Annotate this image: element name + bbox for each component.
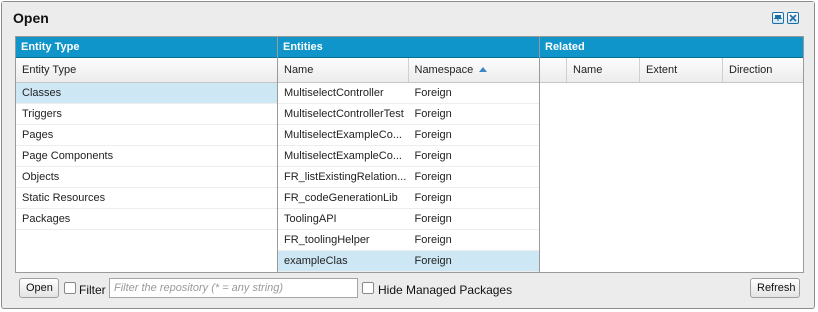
entity-namespace-cell: Foreign [414, 108, 452, 120]
entity-namespace-cell: Foreign [414, 87, 452, 99]
entity-name-cell: MultiselectControllerTest [284, 108, 404, 120]
entity-type-label: Pages [22, 129, 54, 141]
open-dialog: Open Entity Type Entity Type Classes Trig… [1, 1, 815, 309]
sort-ascending-icon [479, 67, 488, 72]
open-button[interactable]: Open [19, 278, 59, 298]
entity-name-cell: MultiselectController [284, 87, 384, 99]
list-item[interactable]: Triggers [16, 104, 277, 125]
entities-panel-header: Entities [278, 37, 539, 58]
table-row[interactable]: FR_listExistingRelation... Foreign [278, 167, 539, 188]
related-panel-header: Related [540, 37, 803, 58]
related-panel: Related Name Extent Direction [540, 37, 803, 272]
close-icon[interactable] [787, 12, 799, 24]
entity-namespace-cell: Foreign [414, 255, 452, 267]
column-header-direction[interactable]: Direction [723, 58, 803, 82]
table-row[interactable]: MultiselectExampleCo... Foreign [278, 125, 539, 146]
entity-namespace-cell: Foreign [414, 213, 452, 225]
list-item[interactable]: Objects [16, 167, 277, 188]
column-header-name-label: Name [284, 64, 314, 76]
entity-type-panel-header: Entity Type [16, 37, 277, 58]
entity-namespace-cell: Foreign [414, 129, 452, 141]
dialog-footer: Open Filter Hide Managed Packages Refres… [15, 278, 804, 304]
table-row[interactable]: MultiselectControllerTest Foreign [278, 104, 539, 125]
table-row[interactable]: FR_codeGenerationLib Foreign [278, 188, 539, 209]
entity-type-panel: Entity Type Entity Type Classes Triggers P… [16, 37, 278, 272]
list-item[interactable]: Classes [16, 83, 277, 104]
entity-name-cell: MultiselectExampleCo... [284, 129, 402, 141]
entity-namespace-cell: Foreign [414, 234, 452, 246]
refresh-button[interactable]: Refresh [750, 278, 800, 298]
list-item[interactable]: Static Resources [16, 188, 277, 209]
entity-name-cell: FR_toolingHelper [284, 234, 370, 246]
list-item[interactable]: Packages [16, 209, 277, 230]
entity-name-cell: FR_listExistingRelation... [284, 171, 407, 183]
entity-name-cell: ToolingAPI [284, 213, 337, 225]
column-header-name[interactable]: Name [278, 58, 409, 82]
entity-type-label: Packages [22, 213, 71, 225]
column-header-namespace[interactable]: Namespace [409, 58, 540, 82]
entity-name-cell: FR_codeGenerationLib [284, 192, 398, 204]
entity-namespace-cell: Foreign [414, 192, 452, 204]
entities-panel: Entities Name Namespace MultiselectContr… [278, 37, 540, 272]
entity-type-label: Page Components [22, 150, 114, 162]
entity-type-label: Classes [22, 87, 62, 99]
column-header-entity-type[interactable]: Entity Type [16, 58, 277, 82]
column-header-namespace-label: Namespace [414, 64, 474, 76]
entities-column-header-row: Name Namespace [278, 58, 539, 83]
list-item[interactable]: Page Components [16, 146, 277, 167]
pin-icon[interactable] [772, 12, 784, 24]
entity-name-cell: MultiselectExampleCo... [284, 150, 402, 162]
filter-checkbox[interactable] [64, 282, 76, 294]
filter-label: Filter [79, 283, 106, 297]
filter-input[interactable] [109, 278, 358, 298]
entity-namespace-cell: Foreign [414, 171, 452, 183]
table-row[interactable]: MultiselectController Foreign [278, 83, 539, 104]
entity-type-column-header-row: Entity Type [16, 58, 277, 83]
column-header-blank[interactable] [540, 58, 567, 82]
title-bar[interactable]: Open [2, 2, 814, 32]
entity-type-label: Static Resources [22, 192, 106, 204]
hide-managed-packages-label: Hide Managed Packages [378, 283, 513, 297]
entity-name-cell: exampleClas [284, 255, 348, 267]
entity-namespace-cell: Foreign [414, 150, 452, 162]
column-header-related-name[interactable]: Name [567, 58, 640, 82]
entity-type-label: Triggers [22, 108, 62, 120]
table-row[interactable]: exampleClas Foreign [278, 251, 539, 272]
list-item[interactable]: Pages [16, 125, 277, 146]
table-row[interactable]: ToolingAPI Foreign [278, 209, 539, 230]
entity-type-list: Classes Triggers Pages Page Components Objec… [16, 83, 277, 230]
entities-list: MultiselectController Foreign MultiselectC… [278, 83, 539, 272]
hide-managed-packages-checkbox[interactable] [362, 282, 374, 294]
table-row[interactable]: MultiselectExampleCo... Foreign [278, 146, 539, 167]
table-row[interactable]: FR_toolingHelper Foreign [278, 230, 539, 251]
column-header-extent[interactable]: Extent [640, 58, 723, 82]
dialog-title: Open [13, 10, 49, 26]
related-column-header-row: Name Extent Direction [540, 58, 803, 83]
entity-type-label: Objects [22, 171, 60, 183]
panels-container: Entity Type Entity Type Classes Triggers P… [15, 36, 804, 273]
